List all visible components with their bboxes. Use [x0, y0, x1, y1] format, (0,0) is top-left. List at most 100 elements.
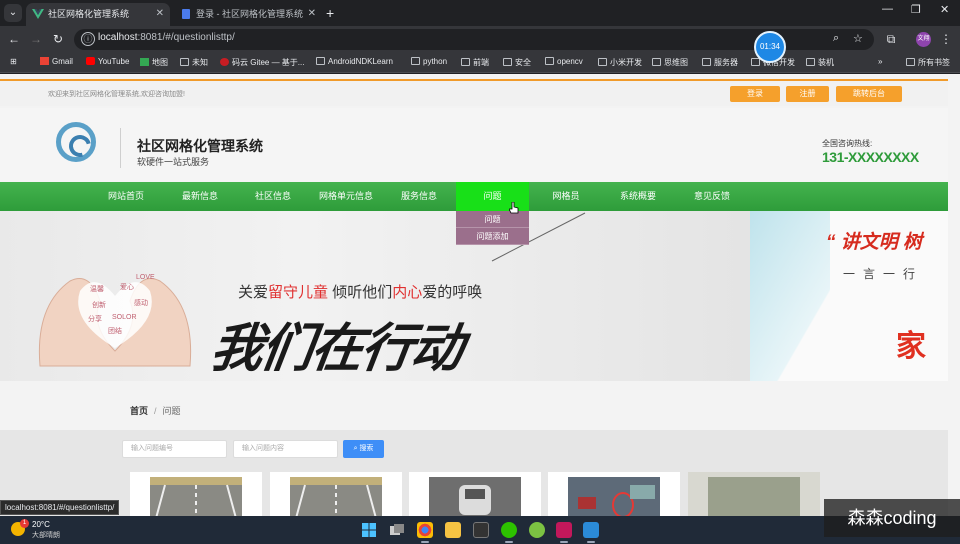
nav-feedback[interactable]: 意见反馈: [682, 182, 742, 211]
bookmark-security[interactable]: 安全: [503, 57, 531, 68]
bookmark-xiaomi[interactable]: 小米开发: [598, 57, 642, 68]
breadcrumb-current: 问题: [162, 406, 181, 416]
main-nav: 网站首页 最新信息 社区信息 网格单元信息 服务信息 问题 网格员 系统概要 意…: [0, 182, 948, 211]
folder-icon: [652, 58, 661, 66]
zoom-icon[interactable]: ⌕: [833, 32, 839, 45]
banner-right-subtext: 一言一行: [843, 267, 924, 281]
blurred-image-icon: [708, 477, 800, 516]
close-icon[interactable]: ✕: [156, 3, 164, 25]
bookmark-youtube[interactable]: YouTube: [86, 57, 129, 66]
recording-timer: 01:34: [754, 31, 786, 63]
file-explorer-icon[interactable]: [445, 522, 461, 538]
heart-word: LOVE: [136, 274, 155, 281]
bookmark-setup[interactable]: 装机: [806, 57, 834, 68]
question-card[interactable]: [688, 472, 820, 516]
minimize-icon[interactable]: —: [882, 3, 893, 15]
folder-icon: [180, 58, 189, 66]
tab-title: 登录 - 社区网格化管理系统: [196, 9, 303, 19]
question-card[interactable]: [409, 472, 541, 516]
app-leaf-icon[interactable]: [529, 522, 545, 538]
folder-icon: [702, 58, 711, 66]
weather-temperature[interactable]: 20°C: [32, 520, 50, 529]
tab-inactive[interactable]: 登录 - 社区网格化管理系统 ✕: [174, 3, 322, 26]
admin-button[interactable]: 跳转后台: [836, 86, 902, 102]
tab-active[interactable]: 社区网格化管理系统 ✕: [26, 3, 170, 26]
bookmark-python[interactable]: python: [411, 57, 447, 66]
nav-community[interactable]: 社区信息: [243, 182, 303, 211]
heart-word: 分享: [88, 316, 102, 323]
vue-icon: [32, 9, 44, 19]
dropdown-item-add-question[interactable]: 问题添加: [456, 228, 529, 245]
task-view-icon[interactable]: [389, 522, 405, 538]
tab-search-icon[interactable]: ⌄: [4, 4, 22, 22]
apps-icon[interactable]: ⊞: [10, 57, 17, 66]
chrome-icon[interactable]: [417, 522, 433, 543]
nav-grid-units[interactable]: 网格单元信息: [312, 182, 380, 211]
all-bookmarks[interactable]: 所有书签: [906, 57, 950, 68]
hand-cursor-icon: [509, 202, 519, 214]
nav-services[interactable]: 服务信息: [389, 182, 449, 211]
nav-home[interactable]: 网站首页: [96, 182, 156, 211]
question-content-input[interactable]: 输入问题内容: [233, 440, 338, 458]
heart-word: 温馨: [90, 286, 104, 293]
heart-word: 团结: [108, 328, 122, 335]
question-number-input[interactable]: 输入问题编号: [122, 440, 227, 458]
heart-word: 感动: [134, 300, 148, 307]
question-card[interactable]: [130, 472, 262, 516]
site-subtitle: 软硬件一站式服务: [137, 157, 210, 167]
ide-icon[interactable]: [556, 522, 572, 543]
back-icon[interactable]: ←: [6, 31, 22, 47]
restore-icon[interactable]: ❐: [911, 3, 921, 16]
bookmark-androidndk[interactable]: AndroidNDKLearn: [316, 57, 393, 66]
folder-icon: [316, 57, 325, 65]
site-logo-icon[interactable]: [56, 122, 96, 162]
nav-overview[interactable]: 系统概要: [608, 182, 668, 211]
folder-icon: [545, 57, 554, 65]
question-card[interactable]: [548, 472, 680, 516]
star-icon[interactable]: ☆: [853, 32, 863, 45]
bookmark-gitee[interactable]: 码云 Gitee — 基于...: [220, 57, 304, 68]
bookmark-mindmap[interactable]: 思维图: [652, 57, 688, 68]
folder-icon: [598, 58, 607, 66]
vscode-icon[interactable]: [583, 522, 599, 543]
breadcrumb-home[interactable]: 首页: [130, 406, 148, 416]
new-tab-icon[interactable]: +: [326, 5, 334, 21]
bookmark-gmail[interactable]: Gmail: [40, 57, 73, 66]
start-icon[interactable]: [361, 522, 377, 538]
road-image-icon: [290, 477, 382, 516]
wechat-icon[interactable]: [501, 522, 517, 543]
folder-icon: [806, 58, 815, 66]
bookmark-opencv[interactable]: opencv: [545, 57, 583, 66]
hotline-number: 131-XXXXXXXX: [822, 149, 919, 165]
folder-icon: [906, 58, 915, 66]
gmail-icon: [40, 57, 49, 65]
login-button[interactable]: 登录: [730, 86, 780, 102]
status-bar-url: localhost:8081/#/questionlisttp/: [0, 500, 120, 515]
forward-icon[interactable]: →: [28, 31, 44, 47]
bookmark-unknown[interactable]: 未知: [180, 57, 208, 68]
question-card[interactable]: [270, 472, 402, 516]
profile-avatar[interactable]: 文翔: [916, 32, 931, 47]
bookmark-frontend[interactable]: 前端: [461, 57, 489, 68]
weather-condition[interactable]: 大部晴朗: [32, 530, 60, 540]
terminal-icon[interactable]: [473, 522, 489, 538]
page-viewport: 欢迎来到社区网格化管理系统,欢迎咨询加盟! 登录 注册 跳转后台 社区网格化管理…: [0, 74, 960, 516]
reload-icon[interactable]: ↻: [50, 31, 66, 47]
folder-icon: [503, 58, 512, 66]
url-text[interactable]: localhost:8081/#/questionlisttp/: [98, 32, 235, 43]
site-info-icon[interactable]: ⓘ: [81, 32, 95, 46]
nav-grid-staff[interactable]: 网格员: [536, 182, 596, 211]
notification-badge: 1: [20, 519, 29, 528]
gitee-icon: [220, 58, 229, 66]
window-close-icon[interactable]: ✕: [940, 3, 949, 16]
register-button[interactable]: 注册: [786, 86, 829, 102]
extensions-icon[interactable]: ⧉: [883, 31, 899, 47]
nav-news[interactable]: 最新信息: [170, 182, 230, 211]
menu-icon[interactable]: ⋮: [938, 31, 954, 47]
bookmark-server[interactable]: 服务器: [702, 57, 738, 68]
site-title: 社区网格化管理系统: [137, 138, 263, 154]
search-button[interactable]: ⌕ 搜索: [343, 440, 384, 458]
bookmark-maps[interactable]: 地图: [140, 57, 168, 68]
bookmarks-overflow-icon[interactable]: »: [878, 57, 882, 66]
close-icon[interactable]: ✕: [308, 3, 316, 25]
